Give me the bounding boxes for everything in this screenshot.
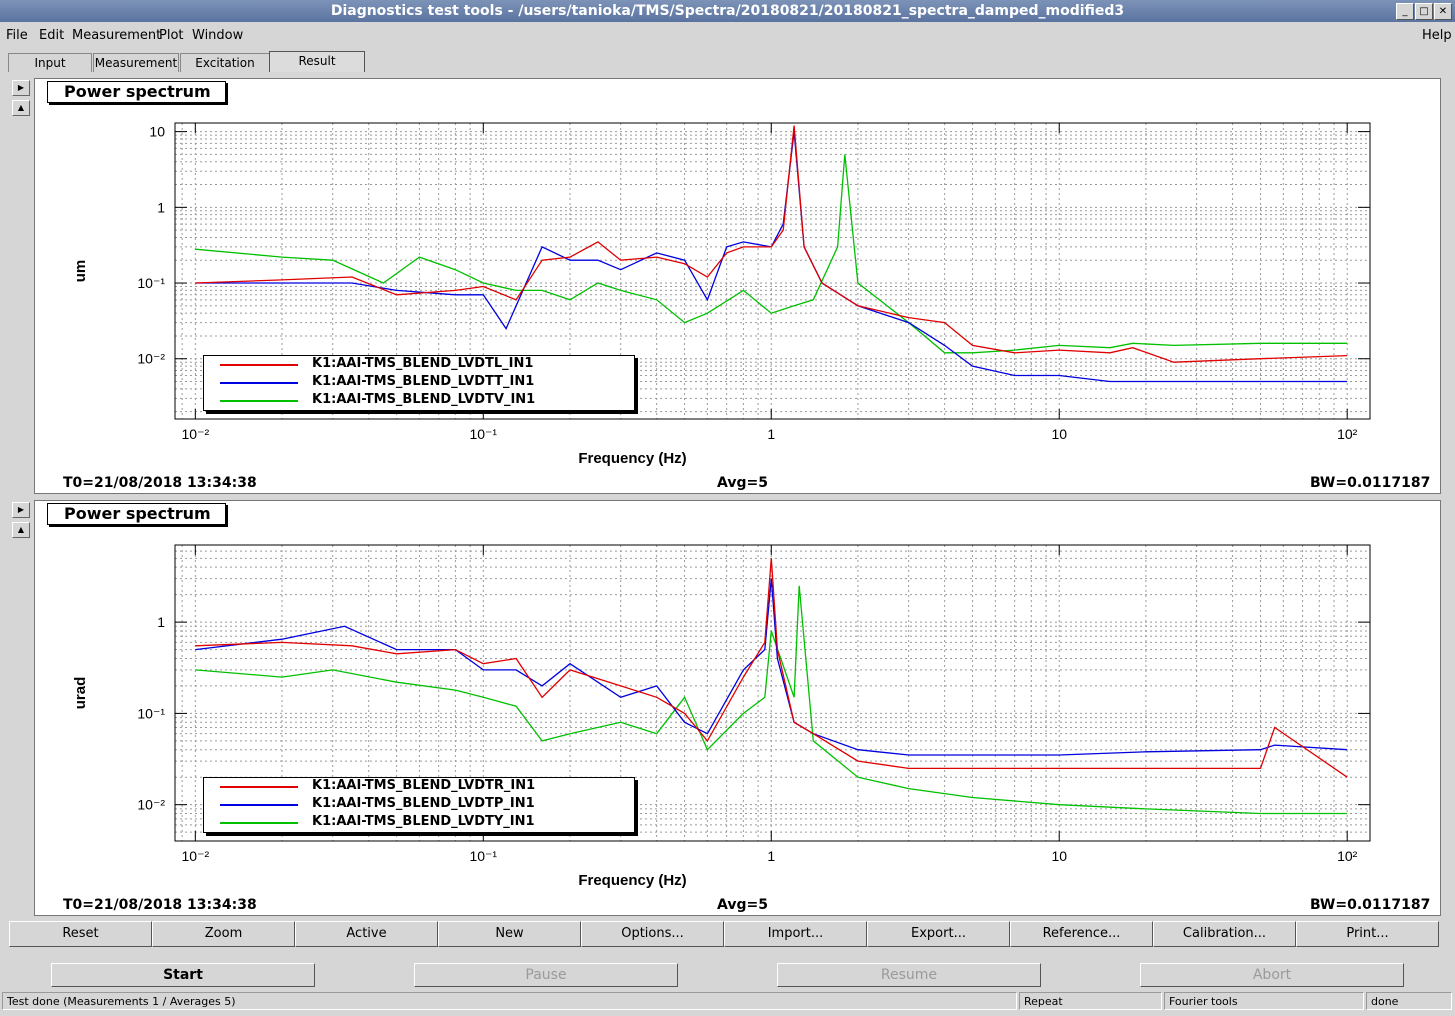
- export-button[interactable]: Export...: [867, 921, 1010, 947]
- menu-help[interactable]: Help: [1422, 28, 1452, 43]
- x-tick-label: 10²: [1337, 848, 1358, 864]
- menu-window[interactable]: Window: [192, 28, 243, 43]
- legend-swatch: [220, 804, 298, 806]
- x-axis-label: Frequency (Hz): [578, 450, 686, 467]
- x-tick-label: 10⁻²: [182, 426, 210, 442]
- tab-result[interactable]: Result: [269, 51, 365, 72]
- legend-swatch: [220, 400, 298, 402]
- menu-bar: File Edit Measurement Plot Window Help: [0, 24, 1455, 46]
- import-button[interactable]: Import...: [724, 921, 867, 947]
- active-button[interactable]: Active: [295, 921, 438, 947]
- menu-file[interactable]: File: [6, 28, 28, 43]
- new-button[interactable]: New: [438, 921, 581, 947]
- x-tick-label: 10⁻²: [182, 848, 210, 864]
- menu-edit[interactable]: Edit: [39, 28, 64, 43]
- calibration-button[interactable]: Calibration...: [1153, 921, 1296, 947]
- plot-panel-bottom: Power spectrum 10⁻² 10⁻¹ 1 10 10² 1 10⁻¹ 10⁻² Fr…: [34, 500, 1441, 916]
- legend-swatch: [220, 822, 298, 824]
- y-tick-label: 10⁻²: [137, 797, 165, 813]
- reset-button[interactable]: Reset: [9, 921, 152, 947]
- legend-label: K1:AAI-TMS_BLEND_LVDTT_IN1: [312, 374, 535, 389]
- panel1-collapse-icon[interactable]: ▲: [12, 100, 30, 116]
- window-title-bar[interactable]: Diagnostics test tools - /users/tanioka/…: [0, 0, 1455, 22]
- start-button[interactable]: Start: [51, 963, 315, 987]
- x-tick-label: 1: [767, 426, 775, 442]
- panel1-expand-icon[interactable]: ▶: [12, 80, 30, 96]
- x-tick-label: 10: [1051, 426, 1067, 442]
- plot-panel-top: Power spectrum 10⁻² 10⁻¹ 1 10 10² 10 1 10⁻¹ 10⁻²…: [34, 78, 1441, 494]
- zoom-button[interactable]: Zoom: [152, 921, 295, 947]
- x-tick-label: 1: [767, 848, 775, 864]
- options-button[interactable]: Options...: [581, 921, 724, 947]
- bw-label: BW=0.0117187: [1310, 475, 1431, 491]
- legend-bottom[interactable]: K1:AAI-TMS_BLEND_LVDTR_IN1 K1:AAI-TMS_BL…: [203, 777, 635, 833]
- y-tick-label: 1: [157, 199, 165, 215]
- plot-canvas-bottom[interactable]: 10⁻² 10⁻¹ 1 10 10² 1 10⁻¹ 10⁻² Frequency (Hz) ura…: [35, 501, 1440, 915]
- menu-plot[interactable]: Plot: [159, 28, 184, 43]
- menu-measurement[interactable]: Measurement: [72, 28, 161, 43]
- x-tick-label: 10²: [1337, 426, 1358, 442]
- tab-excitation[interactable]: Excitation: [180, 53, 270, 72]
- legend-label: K1:AAI-TMS_BLEND_LVDTV_IN1: [312, 392, 536, 407]
- plot-canvas-top[interactable]: 10⁻² 10⁻¹ 1 10 10² 10 1 10⁻¹ 10⁻² Frequency (Hz) u…: [35, 79, 1440, 493]
- avg-label: Avg=5: [717, 897, 768, 913]
- minimize-icon[interactable]: _: [1396, 3, 1414, 20]
- panel2-expand-icon[interactable]: ▶: [12, 502, 30, 518]
- legend-swatch: [220, 382, 298, 384]
- pause-button[interactable]: Pause: [414, 963, 678, 987]
- status-message: Test done (Measurements 1 / Averages 5): [2, 992, 1017, 1010]
- y-tick-label: 10⁻¹: [137, 705, 165, 721]
- resume-button[interactable]: Resume: [777, 963, 1041, 987]
- t0-label: T0=21/08/2018 13:34:38: [63, 475, 257, 491]
- t0-label: T0=21/08/2018 13:34:38: [63, 897, 257, 913]
- x-tick-label: 10⁻¹: [469, 848, 497, 864]
- x-axis-label: Frequency (Hz): [578, 872, 686, 889]
- tab-measurement[interactable]: Measurement: [93, 53, 179, 72]
- bw-label: BW=0.0117187: [1310, 897, 1431, 913]
- y-tick-label: 10⁻²: [137, 351, 165, 367]
- legend-label: K1:AAI-TMS_BLEND_LVDTL_IN1: [312, 356, 534, 371]
- y-axis-label: urad: [72, 677, 89, 710]
- abort-button[interactable]: Abort: [1140, 963, 1404, 987]
- status-state: done: [1366, 992, 1452, 1010]
- window-title: Diagnostics test tools - /users/tanioka/…: [330, 3, 1125, 19]
- print-button[interactable]: Print...: [1296, 921, 1439, 947]
- legend-label: K1:AAI-TMS_BLEND_LVDTP_IN1: [312, 796, 535, 811]
- y-tick-label: 10: [149, 124, 165, 140]
- y-axis-label: um: [72, 260, 89, 283]
- avg-label: Avg=5: [717, 475, 768, 491]
- status-repeat: Repeat: [1019, 992, 1162, 1010]
- legend-label: K1:AAI-TMS_BLEND_LVDTR_IN1: [312, 778, 536, 793]
- legend-swatch: [220, 786, 298, 788]
- legend-label: K1:AAI-TMS_BLEND_LVDTY_IN1: [312, 814, 535, 829]
- legend-swatch: [220, 364, 298, 366]
- legend-top[interactable]: K1:AAI-TMS_BLEND_LVDTL_IN1 K1:AAI-TMS_BL…: [203, 355, 635, 411]
- panel2-collapse-icon[interactable]: ▲: [12, 522, 30, 538]
- x-tick-label: 10⁻¹: [469, 426, 497, 442]
- reference-button[interactable]: Reference...: [1010, 921, 1153, 947]
- y-tick-label: 10⁻¹: [137, 275, 165, 291]
- x-tick-label: 10: [1051, 848, 1067, 864]
- y-tick-label: 1: [157, 614, 165, 630]
- tab-input[interactable]: Input: [8, 53, 92, 72]
- status-tools: Fourier tools: [1164, 992, 1364, 1010]
- close-icon[interactable]: ✕: [1434, 3, 1452, 20]
- maximize-icon[interactable]: □: [1415, 3, 1433, 20]
